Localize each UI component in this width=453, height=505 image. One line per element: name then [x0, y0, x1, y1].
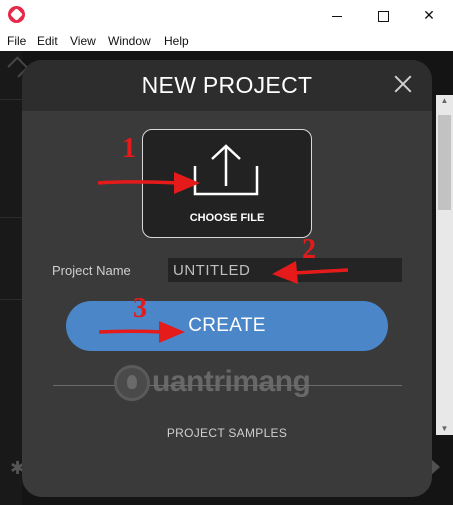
- minimize-button[interactable]: [314, 0, 360, 31]
- left-toolbar: [0, 51, 22, 505]
- annotation-arrow-2: [272, 261, 349, 284]
- close-window-button[interactable]: ✕: [406, 0, 452, 31]
- choose-file-label: CHOOSE FILE: [189, 212, 265, 224]
- menu-help[interactable]: Help: [164, 34, 189, 48]
- project-name-label: Project Name: [52, 263, 131, 278]
- dialog-close-icon[interactable]: [392, 73, 414, 95]
- menu-window[interactable]: Window: [108, 34, 151, 48]
- annotation-arrow-3: [98, 321, 185, 343]
- scroll-up-icon[interactable]: ▲: [436, 95, 453, 107]
- watermark-text: uantrimang: [152, 365, 311, 398]
- dialog-title: NEW PROJECT: [141, 72, 313, 98]
- menu-file[interactable]: File: [7, 34, 26, 48]
- close-icon: ✕: [423, 7, 435, 23]
- menu-view[interactable]: View: [70, 34, 96, 48]
- watermark-logo-icon: [114, 365, 150, 401]
- project-samples-link[interactable]: PROJECT SAMPLES: [22, 426, 432, 440]
- scrollbar-thumb[interactable]: [438, 115, 451, 210]
- maximize-icon: [377, 10, 389, 22]
- toolbar-divider: [0, 299, 22, 300]
- maximize-button[interactable]: [360, 0, 406, 31]
- annotation-arrow-1: [97, 172, 200, 194]
- menu-edit[interactable]: Edit: [37, 34, 58, 48]
- toolbar-divider: [0, 217, 22, 218]
- title-bar: ✕: [0, 0, 453, 31]
- watermark: uantrimang: [114, 365, 354, 409]
- annotation-number-1: 1: [122, 133, 136, 164]
- dialog-header: NEW PROJECT: [22, 60, 432, 111]
- app-logo-icon: [8, 6, 25, 23]
- scroll-down-icon[interactable]: ▼: [436, 423, 453, 435]
- minimize-icon: [332, 15, 342, 17]
- toolbar-divider: [0, 99, 22, 100]
- new-project-dialog: NEW PROJECT CHOOSE FILE Project Name CRE…: [22, 60, 432, 497]
- menu-bar: File Edit View Window Help: [0, 31, 453, 51]
